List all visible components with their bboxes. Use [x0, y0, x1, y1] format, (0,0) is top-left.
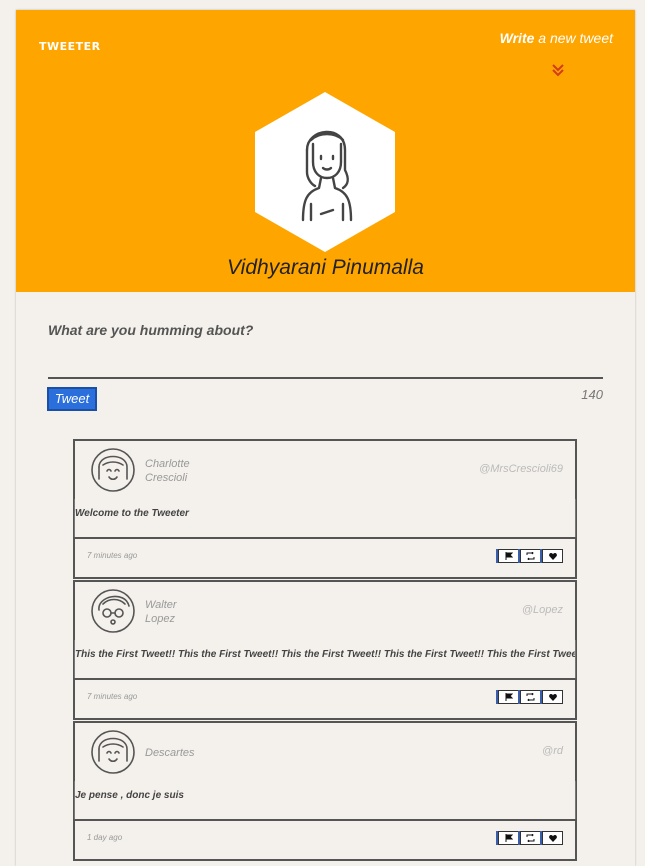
flag-icon[interactable]	[498, 831, 519, 845]
retweet-icon[interactable]	[520, 549, 541, 563]
retweet-icon[interactable]	[520, 690, 541, 704]
girl-avatar-icon	[91, 730, 135, 774]
tweet-card: Charlotte Crescioli @MrsCrescioli69 Welc…	[73, 439, 577, 579]
tweet-author-handle: @MrsCrescioli69	[479, 463, 563, 475]
tweet-text: Je pense , donc je suis	[74, 781, 576, 819]
heart-icon[interactable]	[542, 690, 563, 704]
profile-header: TWEETER Write a new tweet Vidhyarani Pin…	[16, 10, 635, 292]
woman-avatar-icon	[255, 92, 395, 252]
compose-input[interactable]	[48, 377, 603, 379]
flag-icon[interactable]	[498, 690, 519, 704]
tweet-author-handle: @Lopez	[521, 604, 563, 616]
tweet-actions	[497, 831, 563, 845]
tweet-timestamp: 7 minutes ago	[87, 692, 138, 701]
tweet-author-name: Descartes	[145, 739, 225, 760]
heart-icon[interactable]	[542, 831, 563, 845]
write-tweet-link[interactable]: Write a new tweet	[500, 30, 613, 46]
tweet-author-handle: @rd	[542, 745, 563, 757]
author-first-name: Walter	[145, 599, 177, 611]
tweet-footer: 1 day ago	[75, 819, 575, 859]
author-first-name: Charlotte	[145, 458, 190, 470]
tweet-header: Walter Lopez @Lopez	[75, 582, 575, 640]
tweet-header: Charlotte Crescioli @MrsCrescioli69	[75, 441, 575, 499]
tweet-footer: 7 minutes ago	[75, 537, 575, 577]
tweet-header: Descartes @rd	[75, 723, 575, 781]
tweet-button[interactable]: Tweet	[47, 387, 97, 411]
tweet-text: Welcome to the Tweeter	[74, 499, 576, 537]
write-link-strong: Write	[499, 30, 535, 46]
tweet-author-name: Charlotte Crescioli	[145, 457, 225, 485]
tweet-card: Walter Lopez @Lopez This the First Tweet…	[73, 580, 577, 720]
compose-prompt: What are you humming about?	[48, 322, 254, 338]
girl-avatar-icon	[91, 448, 135, 492]
tweet-footer: 7 minutes ago	[75, 678, 575, 718]
author-last-name: Crescioli	[145, 472, 188, 484]
flag-icon[interactable]	[498, 549, 519, 563]
app-logo[interactable]: TWEETER	[39, 40, 101, 53]
boy-glasses-avatar-icon	[91, 589, 135, 633]
retweet-icon[interactable]	[520, 831, 541, 845]
char-counter: 140	[581, 387, 603, 402]
tweet-text: This the First Tweet!! This the First Tw…	[74, 640, 576, 678]
tweet-actions	[497, 549, 563, 563]
chevron-down-icon[interactable]	[550, 62, 566, 78]
heart-icon[interactable]	[542, 549, 563, 563]
tweet-actions	[497, 690, 563, 704]
page: TWEETER Write a new tweet Vidhyarani Pin…	[16, 10, 635, 866]
tweet-card: Descartes @rd Je pense , donc je suis 1 …	[73, 721, 577, 861]
tweet-author-name: Walter Lopez	[145, 598, 225, 626]
tweet-feed: Charlotte Crescioli @MrsCrescioli69 Welc…	[73, 439, 577, 861]
tweet-timestamp: 1 day ago	[87, 833, 123, 842]
write-link-rest: a new tweet	[534, 30, 613, 46]
author-last-name: Lopez	[145, 613, 175, 625]
profile-name: Vidhyarani Pinumalla	[227, 256, 424, 279]
author-first-name: Descartes	[145, 747, 195, 759]
tweet-timestamp: 7 minutes ago	[87, 551, 138, 560]
